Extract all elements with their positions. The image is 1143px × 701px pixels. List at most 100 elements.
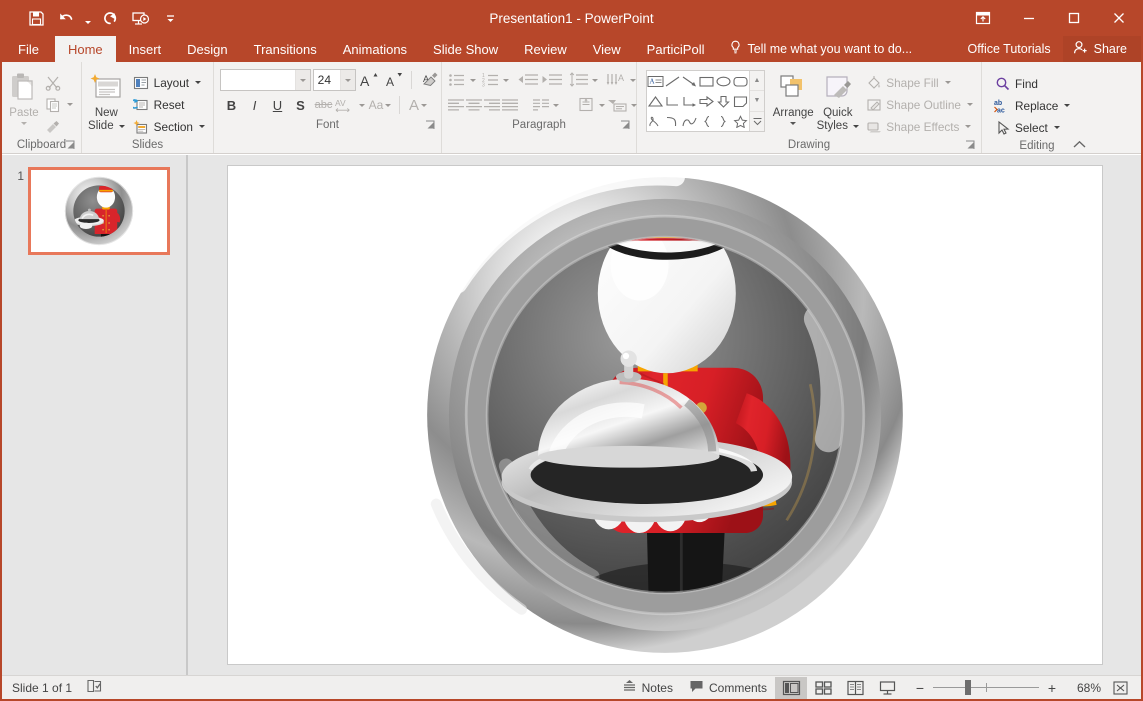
italic-button[interactable]: I bbox=[243, 94, 266, 116]
undo-dropdown-icon[interactable] bbox=[82, 5, 94, 31]
cut-button[interactable] bbox=[41, 72, 76, 93]
line-spacing-dropdown-icon[interactable] bbox=[592, 79, 598, 82]
shapes-gallery[interactable]: A bbox=[646, 70, 765, 132]
close-button[interactable] bbox=[1096, 0, 1141, 36]
fit-slide-to-window-button[interactable] bbox=[1107, 680, 1133, 696]
replace-dropdown-icon[interactable] bbox=[1064, 104, 1070, 107]
normal-view-button[interactable] bbox=[775, 677, 807, 699]
slide-sorter-view-button[interactable] bbox=[807, 677, 839, 699]
text-direction-dropdown-icon[interactable] bbox=[630, 79, 636, 82]
font-dialog-launcher[interactable] bbox=[425, 120, 436, 131]
center-button[interactable] bbox=[465, 94, 483, 116]
select-dropdown-icon[interactable] bbox=[1054, 126, 1060, 129]
maximize-button[interactable] bbox=[1051, 0, 1096, 36]
notes-button[interactable]: Notes bbox=[614, 677, 681, 699]
tab-slide-show[interactable]: Slide Show bbox=[420, 36, 511, 62]
shape-star-icon[interactable] bbox=[732, 111, 749, 131]
align-right-button[interactable] bbox=[483, 94, 501, 116]
font-size-dropdown-icon[interactable] bbox=[340, 70, 355, 90]
shape-arrow-icon[interactable] bbox=[681, 71, 698, 91]
slide-editing-pane[interactable] bbox=[188, 155, 1141, 675]
paste-button[interactable]: Paste bbox=[7, 67, 41, 125]
font-name-combobox[interactable] bbox=[220, 69, 311, 91]
quick-styles-button[interactable]: Quick Styles bbox=[816, 67, 859, 133]
bold-button[interactable]: B bbox=[220, 94, 243, 116]
shape-right-arrow-icon[interactable] bbox=[698, 91, 715, 111]
shapes-scroll-up-icon[interactable]: ▲ bbox=[750, 71, 764, 90]
shape-freeform-icon[interactable] bbox=[681, 111, 698, 131]
shape-right-brace-icon[interactable] bbox=[715, 111, 732, 131]
tab-design[interactable]: Design bbox=[174, 36, 240, 62]
shape-curve-icon[interactable] bbox=[664, 111, 681, 131]
strikethrough-button[interactable]: abc bbox=[312, 94, 335, 116]
replace-button[interactable]: abac Replace bbox=[991, 95, 1073, 116]
zoom-control[interactable]: − + bbox=[903, 681, 1065, 695]
collapse-ribbon-button[interactable] bbox=[1072, 137, 1086, 151]
format-painter-button[interactable] bbox=[41, 116, 76, 137]
decrease-font-size-button[interactable]: A bbox=[383, 69, 406, 91]
ribbon-display-options-icon[interactable] bbox=[960, 0, 1006, 36]
comments-button[interactable]: Comments bbox=[681, 677, 775, 699]
slide-show-view-button[interactable] bbox=[871, 677, 903, 699]
layout-button[interactable]: Layout bbox=[130, 72, 208, 93]
tab-view[interactable]: View bbox=[580, 36, 634, 62]
shape-fill-button[interactable]: Shape Fill bbox=[862, 72, 976, 93]
thumbnail-list-item[interactable]: 1 bbox=[2, 155, 187, 255]
zoom-in-button[interactable]: + bbox=[1045, 683, 1059, 693]
line-spacing-button[interactable] bbox=[568, 69, 590, 91]
shape-folded-corner-icon[interactable] bbox=[732, 91, 749, 111]
shape-textbox-icon[interactable]: A bbox=[647, 71, 664, 91]
tab-transitions[interactable]: Transitions bbox=[241, 36, 330, 62]
change-case-button[interactable]: Aa bbox=[365, 94, 395, 116]
shape-line-icon[interactable] bbox=[664, 71, 681, 91]
numbering-dropdown-icon[interactable] bbox=[503, 79, 509, 82]
quick-styles-dropdown-icon[interactable] bbox=[853, 125, 859, 128]
change-case-dropdown-icon[interactable] bbox=[385, 104, 391, 107]
shape-outline-button[interactable]: Shape Outline bbox=[862, 94, 976, 115]
increase-list-level-button[interactable] bbox=[540, 69, 563, 91]
bullets-dropdown-icon[interactable] bbox=[470, 79, 476, 82]
slide-canvas[interactable] bbox=[227, 165, 1103, 665]
font-size-combobox[interactable]: 24 bbox=[313, 69, 357, 91]
slide-thumbnail-pane[interactable]: 1 bbox=[2, 155, 188, 675]
tab-participoll[interactable]: ParticiPoll bbox=[634, 36, 718, 62]
align-left-button[interactable] bbox=[447, 94, 465, 116]
section-dropdown-icon[interactable] bbox=[199, 125, 205, 128]
pane-splitter[interactable] bbox=[186, 155, 187, 675]
columns-dropdown-icon[interactable] bbox=[553, 104, 559, 107]
text-direction-button[interactable]: A bbox=[606, 69, 628, 91]
tab-home[interactable]: Home bbox=[55, 36, 116, 62]
office-tutorials-link[interactable]: Office Tutorials bbox=[956, 36, 1063, 62]
thumbnail-slide-1[interactable] bbox=[28, 167, 170, 255]
shape-fill-dropdown-icon[interactable] bbox=[945, 81, 951, 84]
shape-down-arrow-icon[interactable] bbox=[715, 91, 732, 111]
arrange-dropdown-icon[interactable] bbox=[790, 122, 796, 125]
underline-button[interactable]: U bbox=[266, 94, 289, 116]
increase-font-size-button[interactable]: A bbox=[358, 69, 381, 91]
align-text-dropdown-icon[interactable] bbox=[599, 104, 605, 107]
reset-button[interactable]: Reset bbox=[130, 94, 208, 115]
shape-elbow-connector-icon[interactable] bbox=[664, 91, 681, 111]
section-button[interactable]: Section bbox=[130, 116, 208, 137]
bullets-button[interactable] bbox=[447, 69, 468, 91]
convert-to-smartart-button[interactable] bbox=[607, 94, 629, 116]
zoom-slider-handle[interactable] bbox=[965, 680, 971, 695]
numbering-button[interactable]: 123 bbox=[481, 69, 502, 91]
share-button[interactable]: Share bbox=[1063, 36, 1141, 62]
align-text-button[interactable] bbox=[577, 94, 597, 116]
shape-effects-dropdown-icon[interactable] bbox=[965, 125, 971, 128]
shape-oval-icon[interactable] bbox=[715, 71, 732, 91]
decrease-list-level-button[interactable] bbox=[516, 69, 539, 91]
arrange-button[interactable]: Arrange bbox=[770, 67, 816, 125]
tell-me-search[interactable]: Tell me what you want to do... bbox=[717, 36, 924, 62]
new-slide-dropdown-icon[interactable] bbox=[119, 125, 125, 128]
start-from-beginning-icon[interactable] bbox=[126, 5, 154, 31]
shapes-gallery-scrollbar[interactable]: ▲ ▼ bbox=[749, 71, 764, 131]
minimize-button[interactable] bbox=[1006, 0, 1051, 36]
character-spacing-button[interactable]: AV bbox=[335, 94, 365, 116]
clear-formatting-button[interactable]: A bbox=[418, 69, 441, 91]
font-name-dropdown-icon[interactable] bbox=[295, 70, 310, 90]
shape-rectangle-icon[interactable] bbox=[698, 71, 715, 91]
font-color-button[interactable]: A bbox=[404, 94, 432, 116]
copy-dropdown-icon[interactable] bbox=[67, 103, 73, 106]
